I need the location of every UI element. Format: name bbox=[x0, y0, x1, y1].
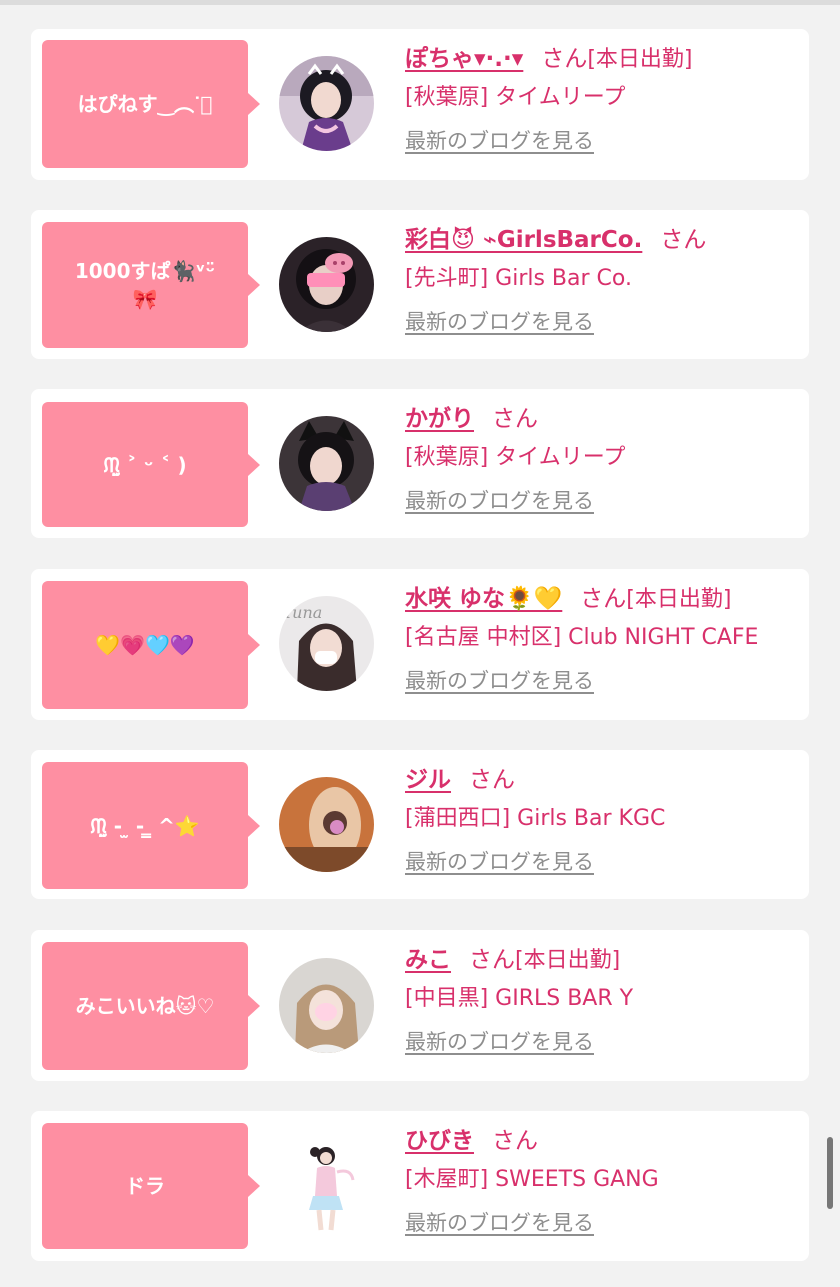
san-suffix: さん bbox=[469, 767, 515, 793]
shop-info: [名古屋 中村区] Club NIGHT CAFE bbox=[405, 625, 759, 650]
vertical-scrollbar[interactable] bbox=[827, 1137, 833, 1209]
girl-photo-avatar-purple-kimono bbox=[279, 56, 374, 151]
cast-info: みこ さん[本日出勤] [中目黒] GIRLS BAR Y 最新のブログを見る bbox=[405, 943, 799, 1057]
girl-photo-avatar-cat-ears bbox=[279, 416, 374, 511]
top-divider bbox=[0, 0, 840, 5]
view-latest-blog-link[interactable]: 最新のブログを見る bbox=[405, 1027, 594, 1057]
view-latest-blog-link[interactable]: 最新のブログを見る bbox=[405, 307, 594, 337]
san-suffix: さん bbox=[492, 1128, 538, 1154]
shop-info: [中目黒] GIRLS BAR Y bbox=[405, 986, 634, 1011]
avatar[interactable] bbox=[279, 1138, 374, 1233]
avatar[interactable]: Yuna bbox=[279, 596, 374, 691]
comment-bubble: はぴねす‿︵ᐝ͛ bbox=[42, 40, 260, 168]
list-item: はぴねす‿︵ᐝ͛ ぽちゃ▾·.·▾ さん[本日出勤] [秋葉原] タイムリープ 最… bbox=[31, 29, 809, 180]
comment-bubble: 1000すぱ🐈‍⬛ᵛᵕ̈ 🎀 bbox=[42, 222, 260, 348]
shop-info: [木屋町] SWEETS GANG bbox=[405, 1167, 659, 1192]
girl-photo-avatar-full-body bbox=[279, 1138, 374, 1233]
san-suffix: さん bbox=[660, 227, 707, 253]
cast-info: ジル さん [蒲田西口] Girls Bar KGC 最新のブログを見る bbox=[405, 763, 799, 877]
cast-name-link[interactable]: 彩白😈 ⌁GirlsBarCo. bbox=[405, 227, 642, 253]
svg-text:Yuna: Yuna bbox=[283, 603, 322, 622]
comment-text: 💛💗🩵💜 bbox=[95, 633, 195, 657]
cast-info: 彩白😈 ⌁GirlsBarCo. さん [先斗町] Girls Bar Co. 最… bbox=[405, 223, 799, 337]
shop-info: [秋葉原] タイムリープ bbox=[405, 445, 626, 470]
cast-info: かがり さん [秋葉原] タイムリープ 最新のブログを見る bbox=[405, 402, 799, 516]
comment-text: みこいいね🐱♡ bbox=[75, 994, 215, 1018]
cast-name-link[interactable]: かがり bbox=[405, 406, 474, 432]
girl-photo-avatar-blonde bbox=[279, 958, 374, 1053]
cast-name-link[interactable]: 水咲 ゆな🌻💛 bbox=[405, 586, 562, 612]
avatar[interactable] bbox=[279, 56, 374, 151]
avatar[interactable] bbox=[279, 777, 374, 872]
cast-name-link[interactable]: みこ bbox=[405, 947, 451, 973]
comment-bubble: 💛💗🩵💜 bbox=[42, 581, 260, 709]
view-latest-blog-link[interactable]: 最新のブログを見る bbox=[405, 126, 594, 156]
work-status-badge: [本日出勤] bbox=[626, 587, 732, 612]
comment-bubble: ᙏ̤̫ ˃ ᵕ ˂ ) bbox=[42, 402, 260, 527]
cast-name-link[interactable]: ジル bbox=[405, 767, 451, 793]
shop-info: [蒲田西口] Girls Bar KGC bbox=[405, 806, 666, 831]
list-item: ᙏ̤̫ - ̫ - ̳ ^⭐ ジル さん [蒲田西口] Girls Bar KGC… bbox=[31, 750, 809, 899]
cast-info: ぽちゃ▾·.·▾ さん[本日出勤] [秋葉原] タイムリープ 最新のブログを見る bbox=[405, 42, 799, 156]
view-latest-blog-link[interactable]: 最新のブログを見る bbox=[405, 666, 594, 696]
shop-info: [先斗町] Girls Bar Co. bbox=[405, 266, 632, 291]
comment-text: ドラ bbox=[125, 1174, 165, 1198]
san-suffix: さん bbox=[580, 586, 627, 612]
cast-name-link[interactable]: ひびき bbox=[405, 1128, 474, 1154]
comment-text: ᙏ̤̫ ˃ ᵕ ˂ ) bbox=[103, 452, 187, 477]
san-suffix: さん bbox=[541, 46, 588, 72]
cast-info: 水咲 ゆな🌻💛 さん[本日出勤] [名古屋 中村区] Club NIGHT CAF… bbox=[405, 582, 799, 696]
comment-bubble: ᙏ̤̫ - ̫ - ̳ ^⭐ bbox=[42, 762, 260, 889]
list-item: みこいいね🐱♡ みこ さん[本日出勤] [中目黒] GIRLS BAR Y 最新の… bbox=[31, 930, 809, 1081]
san-suffix: さん bbox=[469, 947, 515, 973]
list-item: ドラ ひびき さん [木屋町] SWEETS GANG 最新のブログを見る bbox=[31, 1111, 809, 1261]
list-item: 💛💗🩵💜 Yuna 水咲 ゆな🌻💛 さん[本日出勤] [名古屋 中村区] Club… bbox=[31, 569, 809, 720]
view-latest-blog-link[interactable]: 最新のブログを見る bbox=[405, 847, 594, 877]
comment-text: 1000すぱ🐈‍⬛ᵛᵕ̈ 🎀 bbox=[74, 259, 216, 311]
comment-bubble: みこいいね🐱♡ bbox=[42, 942, 260, 1070]
girl-photo-avatar-mask: Yuna bbox=[279, 596, 374, 691]
comment-bubble: ドラ bbox=[42, 1123, 260, 1249]
avatar[interactable] bbox=[279, 416, 374, 511]
avatar[interactable] bbox=[279, 237, 374, 332]
list-item: ᙏ̤̫ ˃ ᵕ ˂ ) かがり さん [秋葉原] タイムリープ 最新のブログを見る bbox=[31, 389, 809, 538]
comment-text: ᙏ̤̫ - ̫ - ̳ ^⭐ bbox=[90, 813, 200, 838]
san-suffix: さん bbox=[492, 406, 538, 432]
shop-info: [秋葉原] タイムリープ bbox=[405, 85, 626, 110]
work-status-badge: [本日出勤] bbox=[515, 948, 621, 973]
comment-text: はぴねす‿︵ᐝ͛ bbox=[77, 92, 213, 116]
girl-photo-avatar-mirror bbox=[279, 777, 374, 872]
cast-info: ひびき さん [木屋町] SWEETS GANG 最新のブログを見る bbox=[405, 1124, 799, 1238]
work-status-badge: [本日出勤] bbox=[587, 47, 693, 72]
girl-photo-avatar-pig-mask bbox=[279, 237, 374, 332]
view-latest-blog-link[interactable]: 最新のブログを見る bbox=[405, 486, 594, 516]
list-item: 1000すぱ🐈‍⬛ᵛᵕ̈ 🎀 彩白😈 ⌁GirlsBarCo. さん [先斗町] … bbox=[31, 210, 809, 359]
cast-name-link[interactable]: ぽちゃ▾·.·▾ bbox=[405, 46, 523, 72]
view-latest-blog-link[interactable]: 最新のブログを見る bbox=[405, 1208, 594, 1238]
avatar[interactable] bbox=[279, 958, 374, 1053]
